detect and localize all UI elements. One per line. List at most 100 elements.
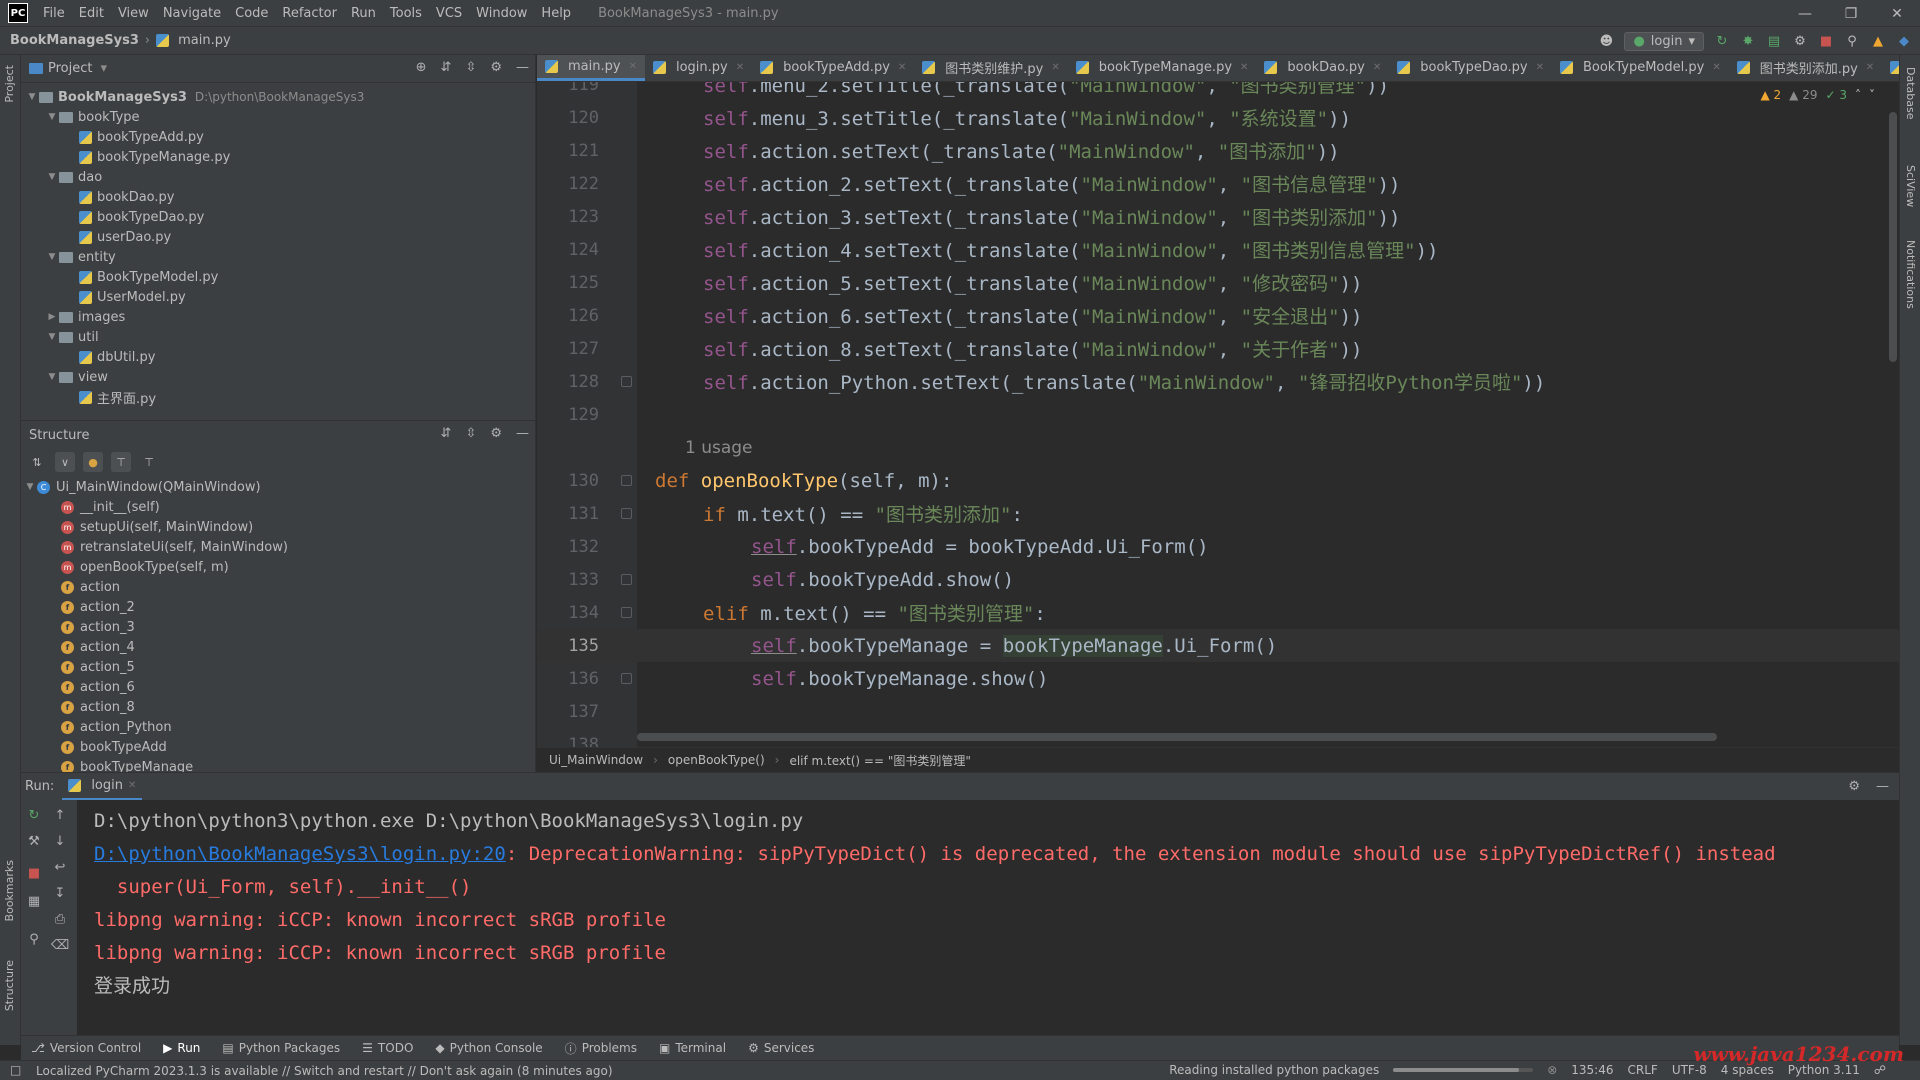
code-line[interactable]: 135 self.bookTypeManage = bookTypeManage.… — [537, 629, 1899, 662]
sort-alpha-icon[interactable]: ⇅ — [27, 452, 47, 472]
line-number[interactable]: 134 — [537, 603, 599, 623]
minimize-icon[interactable]: — — [1782, 0, 1828, 27]
menu-window[interactable]: Window — [469, 0, 534, 27]
structure-item[interactable]: f action — [21, 577, 535, 597]
close-icon[interactable]: ✕ — [1051, 62, 1059, 73]
chevron-up-icon[interactable]: ˄ — [1855, 88, 1861, 102]
horizontal-scrollbar[interactable] — [637, 733, 1717, 741]
tree-item[interactable]: ▼ util — [21, 327, 535, 347]
close-icon[interactable]: ✕ — [128, 780, 136, 791]
close-icon[interactable]: ✕ — [898, 62, 906, 73]
code-line[interactable]: 130 def openBookType(self, m): — [537, 464, 1899, 497]
editor-tab[interactable]: bookTypeDao.py ✕ — [1389, 55, 1552, 81]
tree-item[interactable]: ▼ view — [21, 367, 535, 387]
hide-icon[interactable]: — — [516, 426, 529, 441]
plugin-icon[interactable]: ◆ — [1896, 33, 1912, 49]
structure-item[interactable]: f action_5 — [21, 657, 535, 677]
code-editor[interactable]: 119 self.menu_2.setTitle(_translate("Main… — [537, 82, 1899, 747]
chevron-down-icon[interactable]: ▼ — [45, 372, 59, 382]
line-number[interactable]: 121 — [537, 141, 599, 161]
print-icon[interactable]: ⎙ — [51, 910, 69, 928]
tool-window-services[interactable]: ⚙ Services — [748, 1041, 814, 1055]
structure-item[interactable]: m __init__(self) — [21, 497, 535, 517]
gear-icon[interactable]: ⚙ — [490, 60, 502, 75]
close-icon[interactable]: ✕ — [629, 61, 637, 72]
stripe-notifications[interactable]: Notifications — [1904, 240, 1917, 309]
code-line[interactable]: 132 self.bookTypeAdd = bookTypeAdd.Ui_For… — [537, 530, 1899, 563]
trash-icon[interactable]: ⌫ — [51, 936, 69, 954]
fold-marker-icon[interactable] — [621, 574, 632, 585]
structure-item[interactable]: f action_2 — [21, 597, 535, 617]
hide-icon[interactable]: — — [1876, 779, 1889, 794]
fold-marker-icon[interactable] — [621, 475, 632, 486]
fold-marker-icon[interactable] — [621, 607, 632, 618]
status-toggle-icon[interactable]: □ — [10, 1063, 21, 1077]
code-line[interactable]: 127 self.action_8.setText(_translate("Mai… — [537, 332, 1899, 365]
tree-item[interactable]: bookTypeManage.py — [21, 147, 535, 167]
run-config-selector[interactable]: ● login ▾ — [1624, 31, 1704, 51]
status-message[interactable]: Localized PyCharm 2023.1.3 is available … — [36, 1064, 613, 1078]
tool-window-python-packages[interactable]: ▤ Python Packages — [222, 1041, 340, 1055]
usage-hint[interactable]: 1 usage — [685, 438, 753, 458]
tool-window-terminal[interactable]: ▣ Terminal — [659, 1041, 726, 1055]
editor-tab[interactable]: userDao — [1882, 55, 1899, 81]
chevron-down-icon[interactable]: ▼ — [25, 92, 39, 102]
tree-item[interactable]: userDao.py — [21, 227, 535, 247]
line-number[interactable]: 122 — [537, 174, 599, 194]
code-line[interactable]: 129 — [537, 398, 1899, 431]
chevron-down-icon[interactable]: ▼ — [45, 112, 59, 122]
cancel-task-icon[interactable]: ⊗ — [1547, 1063, 1557, 1077]
menu-edit[interactable]: Edit — [72, 0, 111, 27]
close-icon[interactable]: ✕ — [1712, 62, 1720, 73]
tree-item[interactable]: ▼ bookType — [21, 107, 535, 127]
chevron-down-icon[interactable]: ▼ — [45, 172, 59, 182]
gear-icon[interactable]: ⚙ — [1848, 779, 1860, 794]
tree-item[interactable]: ▼ entity — [21, 247, 535, 267]
close-icon[interactable]: ✕ — [1240, 62, 1248, 73]
line-number[interactable]: 123 — [537, 207, 599, 227]
debug-icon[interactable]: ✸ — [1740, 33, 1756, 49]
editor-tab[interactable]: bookTypeManage.py ✕ — [1068, 55, 1257, 81]
stripe-database[interactable]: Database — [1904, 67, 1917, 120]
line-number[interactable]: 135 — [537, 636, 599, 656]
structure-item[interactable]: f action_Python — [21, 717, 535, 737]
filter-icon[interactable]: ⊤ — [111, 452, 131, 472]
line-number[interactable]: 119 — [537, 82, 599, 95]
menu-navigate[interactable]: Navigate — [156, 0, 228, 27]
line-number[interactable]: 133 — [537, 570, 599, 590]
line-number[interactable]: 136 — [537, 669, 599, 689]
code-line[interactable]: 128 self.action_Python.setText(_translate… — [537, 365, 1899, 398]
navigate-icon[interactable]: ⊤ — [139, 452, 159, 472]
coverage-icon[interactable]: ▤ — [1766, 33, 1782, 49]
structure-item[interactable]: m retranslateUi(self, MainWindow) — [21, 537, 535, 557]
tree-item[interactable]: bookTypeAdd.py — [21, 127, 535, 147]
code-line[interactable]: 1 usage — [537, 431, 1899, 464]
code-line[interactable]: 133 self.bookTypeAdd.show() — [537, 563, 1899, 596]
tree-item[interactable]: ▶ images — [21, 307, 535, 327]
close-icon[interactable]: ✕ — [1536, 62, 1544, 73]
fold-marker-icon[interactable] — [621, 508, 632, 519]
close-icon[interactable]: ✕ — [736, 62, 744, 73]
tree-item[interactable]: bookTypeDao.py — [21, 207, 535, 227]
tree-item[interactable]: BookTypeModel.py — [21, 267, 535, 287]
structure-item[interactable]: m openBookType(self, m) — [21, 557, 535, 577]
structure-item[interactable]: f bookTypeAdd — [21, 737, 535, 757]
breadcrumb-class[interactable]: Ui_MainWindow — [549, 753, 643, 767]
tree-item[interactable]: UserModel.py — [21, 287, 535, 307]
chevron-down-icon[interactable]: ▼ — [45, 332, 59, 342]
chevron-down-icon[interactable]: ▾ — [100, 61, 107, 76]
show-inherited-icon[interactable]: ∨ — [55, 452, 75, 472]
show-fields-icon[interactable]: ● — [83, 452, 103, 472]
code-line[interactable]: 122 self.action_2.setText(_translate("Mai… — [537, 167, 1899, 200]
tool-window-run[interactable]: ▶ Run — [163, 1041, 200, 1055]
run-console[interactable]: D:\python\python3\python.exe D:\python\B… — [77, 800, 1899, 1035]
arrow-down-icon[interactable]: ↓ — [51, 832, 69, 850]
tool-window-python-console[interactable]: ◆ Python Console — [435, 1041, 542, 1055]
tree-item[interactable]: dbUtil.py — [21, 347, 535, 367]
code-line[interactable]: 119 self.menu_2.setTitle(_translate("Main… — [537, 82, 1899, 101]
arrow-up-icon[interactable]: ↑ — [51, 806, 69, 824]
user-icon[interactable]: ☻ — [1598, 33, 1614, 49]
rerun-icon[interactable]: ↻ — [25, 806, 43, 824]
stripe-bookmarks[interactable]: Bookmarks — [3, 860, 16, 921]
line-number[interactable]: 120 — [537, 108, 599, 128]
